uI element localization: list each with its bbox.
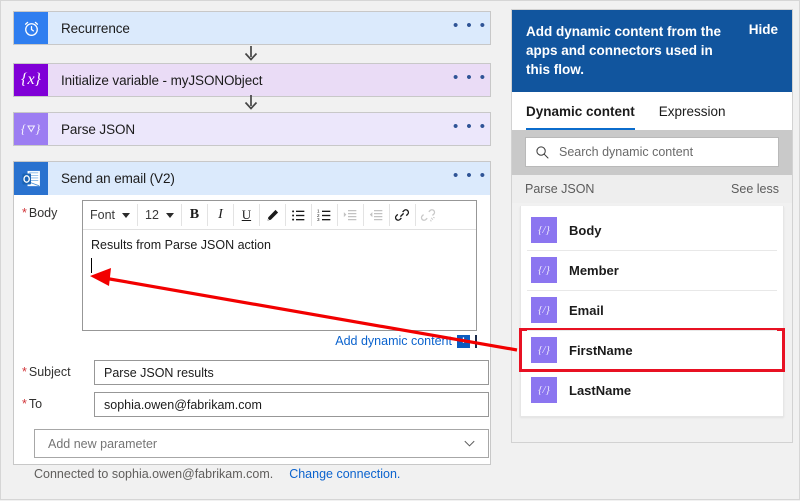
italic-button[interactable]: I (208, 201, 233, 229)
clock-icon (14, 12, 48, 44)
rich-text-content-area[interactable]: Results from Parse JSON action (83, 230, 476, 330)
outlook-icon (14, 162, 48, 195)
dynamic-content-item-body[interactable]: {/} Body (521, 210, 783, 250)
variable-icon: {x} (14, 64, 48, 96)
dynamic-content-header: Add dynamic content from the apps and co… (512, 10, 792, 92)
token-icon: {/} (531, 297, 557, 323)
body-text-line: Results from Parse JSON action (91, 236, 468, 254)
dynamic-content-item-email[interactable]: {/} Email (521, 290, 783, 330)
add-dynamic-content-divider (475, 335, 477, 348)
dynamic-content-panel: Add dynamic content from the apps and co… (511, 9, 793, 443)
italic-label: I (218, 207, 223, 223)
change-connection-link[interactable]: Change connection. (289, 467, 400, 481)
highlight-pen-icon[interactable] (260, 201, 285, 229)
to-input[interactable]: sophia.owen@fabrikam.com (94, 392, 489, 417)
add-dynamic-content-link[interactable]: Add dynamic content (335, 334, 452, 348)
to-field-label: * To (22, 397, 42, 411)
required-marker: * (22, 397, 27, 411)
flow-step-title: Recurrence (48, 12, 450, 44)
link-icon[interactable] (390, 201, 415, 229)
token-icon: {/} (531, 257, 557, 283)
search-icon (535, 145, 550, 160)
underline-button[interactable]: U (234, 201, 259, 229)
indent-decrease-icon[interactable] (364, 201, 389, 229)
unlink-icon[interactable] (416, 201, 441, 229)
svg-text:3: 3 (317, 217, 320, 222)
add-dynamic-content-row: Add dynamic content + (82, 334, 477, 348)
dynamic-content-tabs: Dynamic content Expression (512, 92, 792, 130)
dynamic-content-list: {/} Body {/} Member {/} Email {/} FirstN… (520, 206, 784, 417)
subject-input[interactable]: Parse JSON results (94, 360, 489, 385)
dynamic-content-title: Add dynamic content from the apps and co… (526, 22, 731, 79)
required-marker: * (22, 206, 27, 220)
dynamic-content-item-label: Member (569, 263, 619, 278)
hide-button[interactable]: Hide (749, 22, 778, 37)
flow-step-menu-button[interactable]: • • • (450, 113, 490, 145)
token-icon: {/} (531, 337, 557, 363)
required-marker: * (22, 365, 27, 379)
dynamic-content-item-label: Body (569, 223, 602, 238)
dynamic-content-section-header: Parse JSON See less (512, 175, 792, 203)
flow-step-initialize-variable[interactable]: {x} Initialize variable - myJSONObject •… (13, 63, 491, 97)
indent-increase-icon[interactable] (338, 201, 363, 229)
dynamic-content-item-label: LastName (569, 383, 631, 398)
section-title: Parse JSON (525, 182, 594, 196)
flow-step-send-an-email[interactable]: Send an email (V2) • • • (13, 161, 491, 195)
connection-status-row: Connected to sophia.owen@fabrikam.com. C… (34, 467, 400, 481)
add-new-parameter-label: Add new parameter (48, 437, 157, 451)
bold-label: B (190, 207, 199, 223)
flow-step-menu-button[interactable]: • • • (450, 64, 490, 96)
svg-text:}: } (35, 122, 40, 136)
rich-text-toolbar: Font 12 B I U (83, 201, 476, 230)
flow-designer-pane: Recurrence • • • {x} Initialize variable… (1, 1, 501, 501)
subject-field-label: * Subject (22, 365, 71, 379)
flow-step-parse-json[interactable]: { } Parse JSON • • • (13, 112, 491, 146)
numbered-list-icon[interactable]: 1 2 3 (312, 201, 337, 229)
flow-step-menu-button[interactable]: • • • (450, 12, 490, 44)
chevron-down-icon (166, 213, 174, 218)
underline-label: U (242, 207, 251, 223)
body-field-label: * Body (22, 206, 57, 220)
flow-connector-arrow (1, 45, 501, 63)
add-new-parameter-dropdown[interactable]: Add new parameter (34, 429, 489, 458)
font-size-value: 12 (145, 208, 159, 222)
text-cursor (91, 258, 92, 273)
parse-json-icon: { } (14, 113, 48, 145)
flow-step-recurrence[interactable]: Recurrence • • • (13, 11, 491, 45)
see-less-button[interactable]: See less (731, 182, 779, 196)
font-size-select[interactable]: 12 (138, 201, 181, 229)
chevron-down-icon (122, 213, 130, 218)
add-dynamic-content-plus-button[interactable]: + (457, 335, 470, 348)
rich-text-editor[interactable]: Font 12 B I U (82, 200, 477, 331)
dynamic-content-item-lastname[interactable]: {/} LastName (521, 370, 783, 410)
dynamic-content-item-firstname[interactable]: {/} FirstName (521, 330, 783, 370)
bold-button[interactable]: B (182, 201, 207, 229)
dynamic-content-item-member[interactable]: {/} Member (521, 250, 783, 290)
token-icon: {/} (531, 217, 557, 243)
flow-step-title: Parse JSON (48, 113, 450, 145)
tab-dynamic-content[interactable]: Dynamic content (526, 92, 635, 130)
bulleted-list-icon[interactable] (286, 201, 311, 229)
flow-step-menu-button[interactable]: • • • (450, 162, 490, 195)
search-container: Search dynamic content (512, 130, 792, 175)
send-email-parameters-panel: * Body Font 12 B I (13, 195, 491, 465)
dynamic-content-item-label: Email (569, 303, 604, 318)
dynamic-content-item-label: FirstName (569, 343, 633, 358)
app-root: Recurrence • • • {x} Initialize variable… (0, 0, 800, 500)
token-icon: {/} (531, 377, 557, 403)
flow-step-title: Initialize variable - myJSONObject (48, 64, 450, 96)
font-family-value: Font (90, 208, 115, 222)
svg-text:{: { (21, 122, 26, 136)
search-input[interactable]: Search dynamic content (525, 137, 779, 167)
search-placeholder: Search dynamic content (559, 145, 693, 159)
flow-step-title: Send an email (V2) (48, 162, 450, 195)
connected-text: Connected to sophia.owen@fabrikam.com. (34, 467, 273, 481)
tab-expression[interactable]: Expression (659, 92, 726, 130)
font-family-select[interactable]: Font (83, 201, 137, 229)
chevron-down-icon (464, 440, 475, 447)
